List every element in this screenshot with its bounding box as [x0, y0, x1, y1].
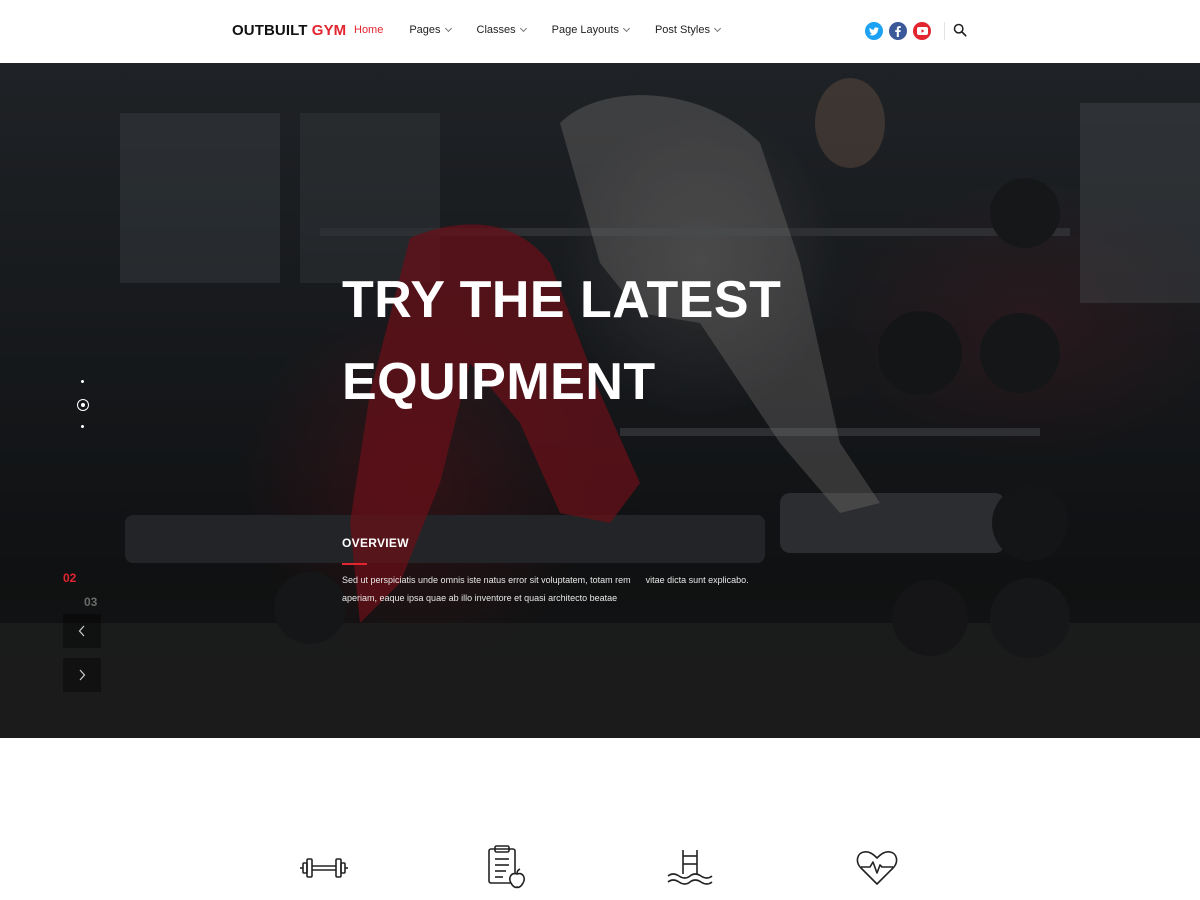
youtube-icon[interactable]	[913, 22, 931, 40]
nutrition-clipboard-icon[interactable]	[486, 844, 536, 889]
chevron-right-icon	[79, 669, 86, 681]
nav-item-label: Page Layouts	[551, 24, 619, 36]
chevron-left-icon	[78, 625, 85, 637]
hero-title-line-1: TRY THE LATEST	[342, 271, 782, 329]
nav-item-pages[interactable]: Pages	[409, 24, 452, 36]
nav-item-label: Classes	[476, 24, 516, 36]
chevron-down-icon	[622, 24, 630, 33]
site-header: OUTBUILT GYM Home Pages Classes Page Lay…	[0, 0, 1200, 63]
dumbbell-icon[interactable]	[299, 846, 349, 890]
previous-slide-button[interactable]	[63, 614, 101, 648]
header-divider	[944, 22, 945, 40]
social-links	[865, 22, 937, 40]
features-section	[0, 738, 1200, 900]
nav-item-classes[interactable]: Classes	[476, 24, 527, 36]
logo-accent: GYM	[311, 22, 347, 39]
chevron-down-icon	[519, 24, 527, 33]
slide-counter-current: 02	[63, 571, 77, 585]
chevron-down-icon	[713, 24, 722, 33]
hero-title-line-2: EQUIPMENT	[342, 353, 656, 411]
site-logo[interactable]: OUTBUILT GYM	[232, 22, 346, 39]
twitter-icon[interactable]	[865, 22, 883, 40]
nav-item-post-styles[interactable]: Post Styles	[654, 24, 722, 36]
overview-heading: OVERVIEW	[342, 536, 409, 550]
main-nav: Home Pages Classes Page Layouts Post Sty…	[354, 24, 746, 36]
hero-slider: TRY THE LATEST EQUIPMENT OVERVIEW Sed ut…	[0, 63, 1200, 738]
overview-accent-bar	[342, 563, 367, 565]
slide-dot-2-active[interactable]	[77, 399, 89, 411]
overview-line-1: Sed ut perspiciatis unde omnis iste natu…	[342, 575, 749, 585]
logo-name: OUTBUILT	[232, 22, 308, 39]
nav-item-label: Pages	[409, 24, 441, 36]
pool-ladder-icon[interactable]	[665, 846, 715, 890]
next-slide-button[interactable]	[63, 658, 101, 692]
facebook-icon[interactable]	[889, 22, 907, 40]
nav-item-home[interactable]: Home	[354, 24, 383, 36]
nav-item-label: Post Styles	[654, 24, 710, 36]
slide-dot-1[interactable]	[81, 380, 84, 383]
search-icon[interactable]	[953, 23, 969, 39]
chevron-down-icon	[444, 24, 452, 33]
nav-item-page-layouts[interactable]: Page Layouts	[551, 24, 630, 36]
slide-counter-next: 03	[84, 595, 98, 609]
hero-title: TRY THE LATEST EQUIPMENT	[342, 259, 902, 423]
heartbeat-icon[interactable]	[852, 846, 902, 890]
overview-line-2: aperiam, eaque ipsa quae ab illo invento…	[342, 593, 618, 603]
slide-dot-3[interactable]	[81, 425, 84, 428]
overview-description: Sed ut perspiciatis unde omnis iste natu…	[342, 571, 782, 607]
nav-item-label: Home	[354, 24, 384, 36]
